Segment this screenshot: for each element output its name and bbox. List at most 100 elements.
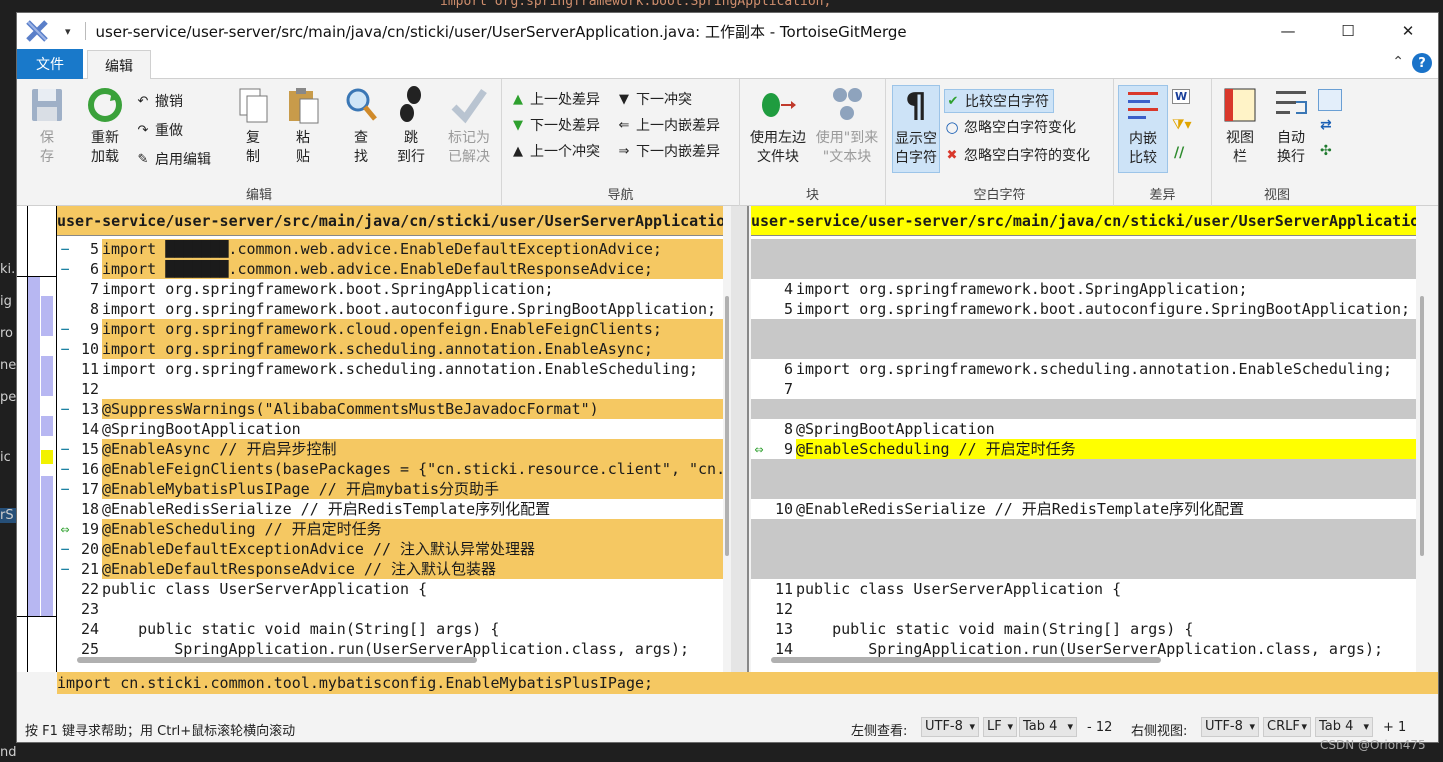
prev-inline-button[interactable]: ⇐ 上一内嵌差异 (616, 115, 720, 135)
right-pane[interactable]: user-service/user-server/src/main/java/c… (751, 206, 1416, 672)
prev-diff-button[interactable]: ▲ 上一处差异 (510, 89, 600, 109)
code-line[interactable]: −21 @EnableDefaultResponseAdvice // 注入默认包… (57, 559, 723, 579)
code-line[interactable]: 14 SpringApplication.run(UserServerAppli… (751, 639, 1416, 659)
maximize-button[interactable]: ☐ (1318, 13, 1378, 49)
right-tab-select[interactable]: Tab 4 (1315, 717, 1373, 737)
quick-access-dropdown-icon[interactable]: ▾ (65, 25, 71, 38)
ignore-all-whitespace-button[interactable]: ✖ 忽略空白字符的变化 (944, 145, 1090, 165)
code-line[interactable]: 10 @EnableRedisSerialize // 开启RedisTempla… (751, 499, 1416, 519)
code-line[interactable]: −5 import ███████.common.web.advice.Enabl… (57, 239, 723, 259)
code-line[interactable]: −20 @EnableDefaultExceptionAdvice // 注入默认… (57, 539, 723, 559)
code-line[interactable]: 24 public static void main(String[] args… (57, 619, 723, 639)
code-line[interactable]: 12 (57, 379, 723, 399)
code-line[interactable]: 18 @EnableRedisSerialize // 开启RedisTempla… (57, 499, 723, 519)
code-line[interactable]: −6 import ███████.common.web.advice.Enabl… (57, 259, 723, 279)
right-vertical-scrollbar[interactable] (1417, 236, 1427, 672)
inline-compare-button[interactable]: 内嵌 比较 (1118, 85, 1168, 173)
next-inline-button[interactable]: ⇒ 下一内嵌差异 (616, 141, 720, 161)
prev-conflict-button[interactable]: ▲ 上一个冲突 (510, 141, 600, 161)
undo-button[interactable]: ↶ 撤销 (135, 91, 183, 111)
copy-button[interactable]: 复 制 (233, 85, 273, 167)
code-line[interactable]: 8 @SpringBootApplication (751, 419, 1416, 439)
ignore-whitespace-change-button[interactable]: ○ 忽略空白字符变化 (944, 117, 1076, 137)
collapse-ribbon-icon[interactable]: ⌃ (1392, 54, 1404, 70)
code-line[interactable]: 12 (751, 599, 1416, 619)
code-line[interactable]: 25 SpringApplication.run(UserServerAppli… (57, 639, 723, 659)
code-line[interactable]: −17 @EnableMybatisPlusIPage // 开启mybatis分… (57, 479, 723, 499)
code-line[interactable]: 14 @SpringBootApplication (57, 419, 723, 439)
close-button[interactable]: ✕ (1378, 13, 1438, 49)
reload-button[interactable]: 重新 加载 (81, 85, 129, 167)
left-tab-select[interactable]: Tab 4 (1019, 717, 1077, 737)
compare-whitespace-button[interactable]: ✔ 比较空白字符 (944, 89, 1054, 113)
moved-lines-icon[interactable]: // (1174, 145, 1184, 161)
left-eol-select[interactable]: LF (983, 717, 1017, 737)
line-number: 23 (80, 600, 99, 618)
use-theirs-block-button[interactable]: 使用"到来 "文本块 (812, 85, 882, 167)
next-diff-button[interactable]: ▼ 下一处差异 (510, 115, 600, 135)
pane-splitter[interactable] (731, 206, 749, 672)
find-button[interactable]: 查 找 (341, 85, 381, 167)
tab-file[interactable]: 文件 (17, 49, 83, 79)
use-left-block-button[interactable]: 使用左边 文件块 (746, 85, 810, 167)
line-text (796, 559, 1416, 579)
code-line[interactable]: −9 import org.springframework.cloud.openf… (57, 319, 723, 339)
copy-icon (234, 85, 272, 125)
left-encoding-select[interactable]: UTF-8 (921, 717, 979, 737)
show-whitespace-button[interactable]: ¶ 显示空 白字符 (892, 85, 940, 173)
right-encoding-select[interactable]: UTF-8 (1201, 717, 1259, 737)
code-line[interactable] (751, 519, 1416, 539)
help-icon[interactable]: ? (1412, 53, 1432, 73)
code-line[interactable]: −13 @SuppressWarnings("AlibabaCommentsMus… (57, 399, 723, 419)
next-conflict-button[interactable]: ▼ 下一冲突 (616, 89, 692, 109)
code-line[interactable]: 13 public static void main(String[] args… (751, 619, 1416, 639)
code-line[interactable]: 11 public class UserServerApplication { (751, 579, 1416, 599)
swap-icon[interactable]: ⇄ (1320, 117, 1332, 133)
viewbar-button[interactable]: 视图 栏 (1216, 85, 1264, 167)
code-line[interactable]: 11 import org.springframework.scheduling.… (57, 359, 723, 379)
code-line[interactable]: −16 @EnableFeignClients(basePackages = {"… (57, 459, 723, 479)
right-horizontal-scrollbar[interactable] (771, 657, 1161, 663)
code-line[interactable] (751, 559, 1416, 579)
collapse-icon[interactable]: ✣ (1320, 143, 1332, 159)
save-button[interactable]: 保 存 (25, 85, 69, 167)
layout-icon[interactable] (1318, 89, 1342, 111)
code-line[interactable]: 8 import org.springframework.boot.autocon… (57, 299, 723, 319)
code-line[interactable]: ⇔ 19 @EnableScheduling // 开启定时任务 (57, 519, 723, 539)
code-line[interactable] (751, 339, 1416, 359)
mark-resolved-button[interactable]: 标记为 已解决 (441, 85, 497, 167)
tab-edit[interactable]: 编辑 (87, 50, 151, 80)
filter-icon[interactable]: ⧩▾ (1172, 117, 1192, 133)
minimize-button[interactable]: — (1258, 13, 1318, 49)
code-line[interactable] (751, 479, 1416, 499)
code-line[interactable] (751, 539, 1416, 559)
line-text: import org.springframework.boot.autoconf… (102, 299, 723, 319)
code-line[interactable]: 5 import org.springframework.boot.autocon… (751, 299, 1416, 319)
right-eol-select[interactable]: CRLF (1263, 717, 1311, 737)
code-line[interactable]: 4 import org.springframework.boot.SpringA… (751, 279, 1416, 299)
left-horizontal-scrollbar[interactable] (77, 657, 477, 663)
code-line[interactable] (751, 319, 1416, 339)
code-line[interactable]: ⇔ 9 @EnableScheduling // 开启定时任务 (751, 439, 1416, 459)
bottom-line-pane[interactable]: import cn.sticki.common.tool.mybatisconf… (57, 672, 1438, 694)
code-line[interactable]: 7 import org.springframework.boot.SpringA… (57, 279, 723, 299)
code-line[interactable]: 6 import org.springframework.scheduling.a… (751, 359, 1416, 379)
paste-button[interactable]: 粘 贴 (283, 85, 323, 167)
enable-edit-button[interactable]: ✎ 启用编辑 (135, 149, 211, 169)
code-line[interactable]: −15 @EnableAsync // 开启异步控制 (57, 439, 723, 459)
left-vertical-scrollbar[interactable] (723, 236, 731, 672)
code-line[interactable]: 7 (751, 379, 1416, 399)
code-line[interactable] (751, 259, 1416, 279)
code-line[interactable]: 22 public class UserServerApplication { (57, 579, 723, 599)
goto-line-button[interactable]: 跳 到行 (391, 85, 431, 167)
word-wrap-button[interactable]: 自动 换行 (1268, 85, 1314, 167)
left-pane[interactable]: user-service/user-server/src/main/java/c… (57, 206, 723, 672)
code-line[interactable] (751, 239, 1416, 259)
code-line[interactable]: −10 import org.springframework.scheduling… (57, 339, 723, 359)
code-line[interactable] (751, 399, 1416, 419)
redo-button[interactable]: ↷ 重做 (135, 120, 183, 140)
code-line[interactable]: 23 (57, 599, 723, 619)
word-diff-icon[interactable]: W (1172, 89, 1191, 104)
code-line[interactable] (751, 459, 1416, 479)
background-snippet: nd (0, 745, 16, 760)
